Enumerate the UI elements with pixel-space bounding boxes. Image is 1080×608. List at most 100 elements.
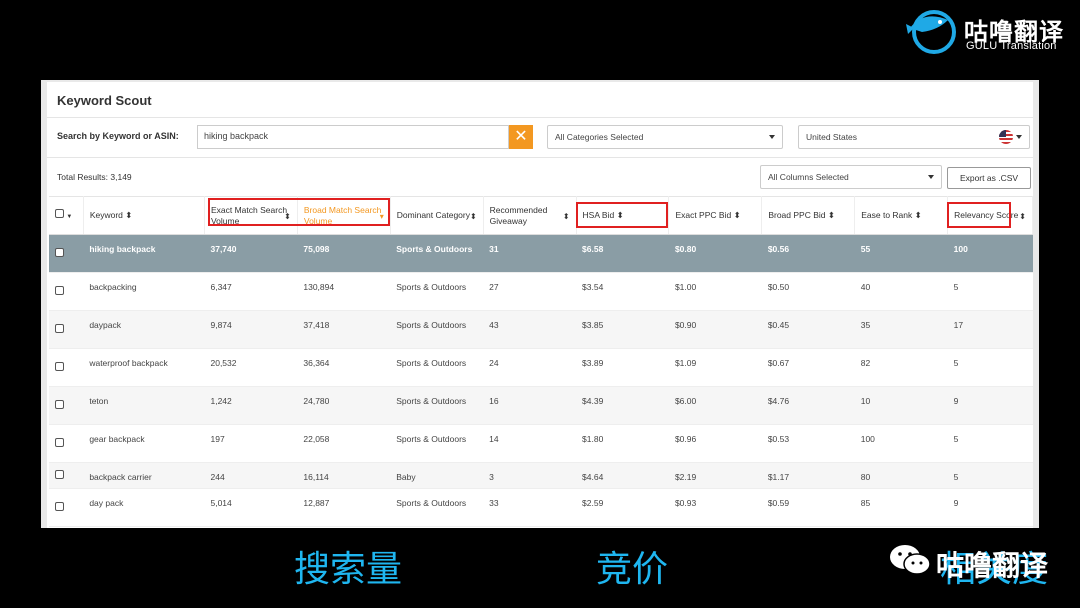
header-broad-ppc-bid[interactable]: Broad PPC Bid ⬍ — [761, 196, 856, 235]
cell-hsa-bid: $3.85 — [576, 310, 669, 349]
table-header-row: ▼ Keyword ⬍ Exact Match Search Volume ⬍ B… — [49, 196, 1033, 235]
cell-exact-ppc-bid: $2.19 — [668, 462, 762, 489]
logo-text-en: GULU Translation — [966, 40, 1057, 52]
header-dominant-category[interactable]: Dominant Category ⬍ — [390, 196, 484, 235]
cell-hsa-bid: $4.64 — [576, 462, 669, 489]
cell-category: Sports & Outdoors — [390, 424, 484, 463]
table-row[interactable]: waterproof backpack 20,532 36,364 Sports & … — [49, 348, 1033, 387]
cell-keyword: day pack — [83, 488, 205, 527]
cell-exact-volume: 37,740 — [204, 234, 298, 273]
cell-keyword: hiking backpack — [83, 234, 205, 273]
select-all-header[interactable]: ▼ — [49, 196, 84, 235]
cell-broad-volume: 37,418 — [297, 310, 391, 349]
table-row[interactable]: gear backpack 197 22,058 Sports & Outdoors 1… — [49, 424, 1033, 463]
annotation-box-volume — [208, 198, 390, 226]
category-dropdown-value: All Categories Selected — [555, 132, 644, 142]
sort-icon: ⬍ — [914, 210, 922, 220]
cell-broad-volume: 36,364 — [297, 348, 391, 387]
row-checkbox[interactable] — [55, 470, 64, 479]
chevron-down-icon — [769, 135, 775, 139]
cell-hsa-bid: $2.59 — [576, 488, 669, 527]
cell-ease-to-rank: 82 — [854, 348, 948, 387]
annotation-box-hsa — [576, 202, 668, 228]
row-checkbox[interactable] — [55, 502, 64, 511]
close-icon: ✕ — [514, 128, 528, 145]
row-select-cell — [49, 234, 84, 273]
sort-icon: ⬍ — [827, 210, 835, 220]
cell-giveaway: 24 — [483, 348, 577, 387]
cell-relevancy-score: 5 — [947, 348, 1033, 387]
cell-ease-to-rank: 35 — [854, 310, 948, 349]
sort-icon: ⬍ — [469, 212, 477, 221]
table-row[interactable]: daypack 9,874 37,418 Sports & Outdoors 43 $3.… — [49, 310, 1033, 349]
row-checkbox[interactable] — [55, 324, 64, 333]
cell-broad-ppc-bid: $0.50 — [761, 272, 855, 311]
cell-giveaway: 16 — [483, 386, 577, 425]
cell-hsa-bid: $1.80 — [576, 424, 669, 463]
cell-exact-volume: 197 — [204, 424, 298, 463]
table-row[interactable]: day pack 5,014 12,887 Sports & Outdoors 33 $2… — [49, 488, 1033, 527]
cell-category: Sports & Outdoors — [390, 310, 484, 349]
watermark-text: 咕噜翻译 — [936, 549, 1049, 582]
cell-category: Sports & Outdoors — [390, 488, 484, 527]
header-exact-ppc-bid[interactable]: Exact PPC Bid ⬍ — [668, 196, 763, 235]
cell-broad-volume: 75,098 — [297, 234, 391, 273]
table-row[interactable]: backpack carrier 244 16,114 Baby 3 $4.64 $2.19… — [49, 462, 1033, 489]
row-select-cell — [49, 272, 84, 311]
category-dropdown[interactable]: All Categories Selected — [547, 125, 783, 149]
row-checkbox[interactable] — [55, 248, 64, 257]
gulu-logo: 咕噜翻译 GULU Translation — [900, 4, 1070, 56]
row-checkbox[interactable] — [55, 286, 64, 295]
select-all-checkbox[interactable] — [55, 208, 64, 218]
chevron-down-icon — [1016, 135, 1022, 139]
cell-exact-ppc-bid: $0.93 — [668, 488, 762, 527]
export-csv-button[interactable]: Export as .CSV — [947, 167, 1031, 189]
header-ease-to-rank[interactable]: Ease to Rank ⬍ — [854, 196, 949, 235]
whale-icon — [906, 10, 956, 54]
search-input[interactable]: hiking backpack — [197, 125, 509, 149]
cell-category: Sports & Outdoors — [390, 272, 484, 311]
table-row[interactable]: backpacking 6,347 130,894 Sports & Outdoors… — [49, 272, 1033, 311]
cell-giveaway: 43 — [483, 310, 577, 349]
cell-ease-to-rank: 100 — [854, 424, 948, 463]
header-keyword[interactable]: Keyword ⬍ — [83, 196, 205, 235]
columns-dropdown[interactable]: All Columns Selected — [760, 165, 942, 189]
keyword-scout-window: Keyword Scout Search by Keyword or ASIN:… — [41, 80, 1039, 528]
us-flag-icon — [999, 130, 1013, 144]
row-select-cell — [49, 462, 84, 489]
row-checkbox[interactable] — [55, 362, 64, 371]
results-toolbar: Total Results: 3,149 All Columns Selecte… — [47, 158, 1033, 196]
sort-icon: ⬍ — [562, 212, 570, 221]
cell-giveaway: 27 — [483, 272, 577, 311]
cell-relevancy-score: 9 — [947, 386, 1033, 425]
cell-relevancy-score: 100 — [947, 234, 1033, 273]
annotation-box-relevancy — [947, 202, 1011, 228]
cell-ease-to-rank: 10 — [854, 386, 948, 425]
cell-exact-volume: 1,242 — [204, 386, 298, 425]
cell-keyword: waterproof backpack — [83, 348, 205, 387]
cell-relevancy-score: 9 — [947, 488, 1033, 527]
cell-giveaway: 31 — [483, 234, 577, 273]
row-checkbox[interactable] — [55, 438, 64, 447]
cell-category: Sports & Outdoors — [390, 234, 484, 273]
sort-icon: ⬍ — [733, 210, 741, 220]
table-row[interactable]: hiking backpack 37,740 75,098 Sports & Outd… — [49, 234, 1033, 273]
chevron-down-icon — [928, 175, 934, 179]
header-recommended-giveaway[interactable]: Recommended Giveaway ⬍ — [483, 196, 577, 235]
cell-broad-ppc-bid: $4.76 — [761, 386, 855, 425]
cell-ease-to-rank: 40 — [854, 272, 948, 311]
cell-keyword: backpack carrier — [83, 462, 205, 489]
row-select-cell — [49, 348, 84, 387]
cell-broad-ppc-bid: $1.17 — [761, 462, 855, 489]
cell-broad-ppc-bid: $0.56 — [761, 234, 855, 273]
cell-broad-ppc-bid: $0.67 — [761, 348, 855, 387]
country-dropdown[interactable]: United States — [798, 125, 1030, 149]
clear-search-button[interactable]: ✕ — [509, 125, 533, 149]
search-label: Search by Keyword or ASIN: — [57, 131, 179, 141]
cell-exact-volume: 6,347 — [204, 272, 298, 311]
cell-relevancy-score: 17 — [947, 310, 1033, 349]
table-row[interactable]: teton 1,242 24,780 Sports & Outdoors 16 $4.39… — [49, 386, 1033, 425]
cell-relevancy-score: 5 — [947, 462, 1033, 489]
cell-broad-ppc-bid: $0.59 — [761, 488, 855, 527]
row-checkbox[interactable] — [55, 400, 64, 409]
